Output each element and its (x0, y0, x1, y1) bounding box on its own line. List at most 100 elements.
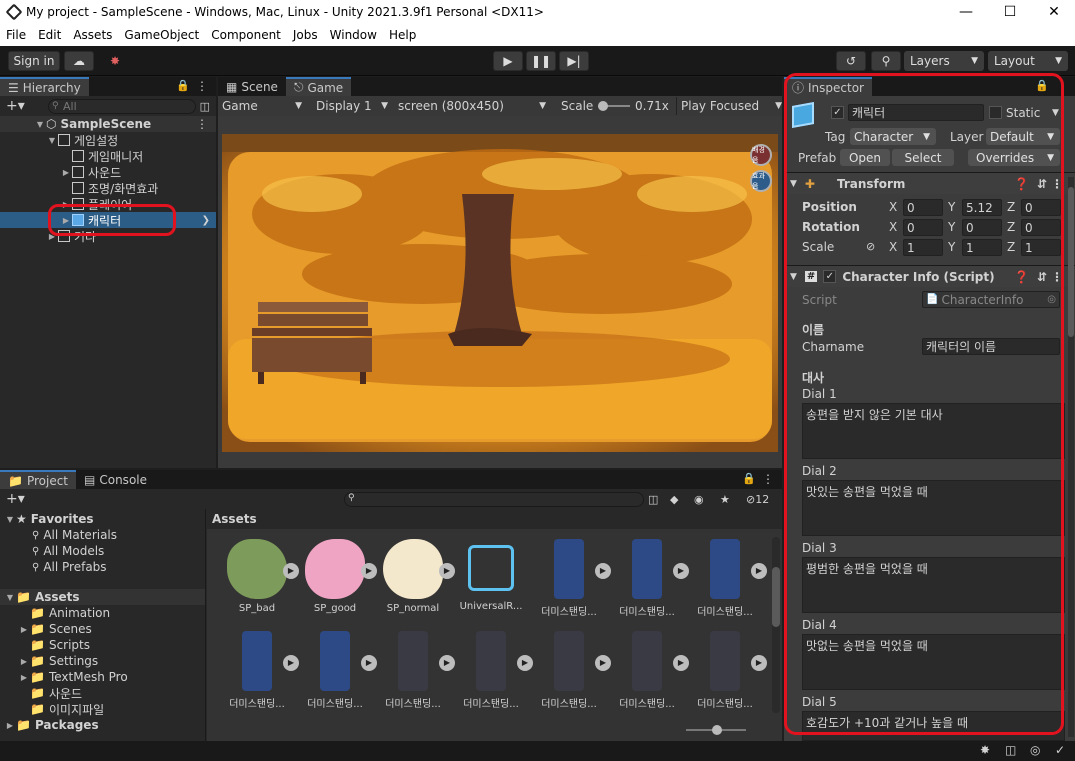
asset-universal-rp[interactable]: UniversalR... (455, 539, 527, 629)
favorite-all-materials[interactable]: ⚲ All Materials (0, 527, 205, 543)
resolution-dropdown[interactable]: screen (800x450) ▼ (396, 97, 552, 115)
menu-gameobject[interactable]: GameObject (118, 28, 205, 42)
scrollbar-thumb[interactable] (1068, 187, 1074, 337)
slider-thumb[interactable] (712, 725, 722, 735)
play-icon[interactable]: ▶ (673, 655, 689, 671)
scrollbar-thumb[interactable] (772, 567, 780, 627)
asset-dummy-standing-1[interactable]: ▶ 더미스탠딩... (533, 539, 611, 629)
play-icon[interactable]: ▶ (517, 655, 533, 671)
cloud-button[interactable]: ☁ (64, 51, 94, 71)
expand-icon[interactable]: ▼ (4, 515, 16, 524)
maximize-button[interactable]: ☐ (987, 0, 1033, 24)
asset-dummy-standing-4[interactable]: ▶ 더미스탠딩... (221, 631, 299, 721)
tree-item-samplescene[interactable]: ▼ ⬡ SampleScene ⋮ (0, 116, 216, 132)
play-icon[interactable]: ▶ (595, 655, 611, 671)
sfx-toggle-button[interactable]: 효과음 (750, 170, 772, 192)
menu-assets[interactable]: Assets (67, 28, 118, 42)
scale-slider-thumb[interactable] (598, 101, 608, 111)
play-icon[interactable]: ▶ (673, 563, 689, 579)
play-icon[interactable]: ▶ (361, 655, 377, 671)
menu-edit[interactable]: Edit (32, 28, 67, 42)
tab-console[interactable]: ▤ Console (76, 470, 155, 489)
favorite-all-models[interactable]: ⚲ All Models (0, 543, 205, 559)
tab-game[interactable]: ⎋ Game (285, 77, 352, 96)
tab-scene[interactable]: ▦ Scene (218, 77, 286, 96)
asset-sp-good[interactable]: ▶ SP_good (299, 539, 377, 629)
filter-icon[interactable]: ◫ (648, 493, 658, 506)
bgm-toggle-button[interactable]: 배경음 (750, 144, 772, 166)
expand-icon[interactable]: ▼ (34, 120, 46, 129)
breadcrumb-assets[interactable]: Assets (212, 512, 257, 526)
add-button[interactable]: +▾ (6, 491, 25, 507)
asset-scrollbar[interactable] (772, 537, 780, 713)
folder-scenes[interactable]: ▶ 📁 Scenes (0, 621, 205, 637)
favorite-all-prefabs[interactable]: ⚲ All Prefabs (0, 559, 205, 575)
asset-dummy-standing-6[interactable]: ▶ 더미스탠딩... (377, 631, 455, 721)
play-icon[interactable]: ▶ (283, 563, 299, 579)
layers-dropdown[interactable]: Layers ▼ (904, 51, 984, 71)
folder-scripts[interactable]: 📁 Scripts (0, 637, 205, 653)
menu-component[interactable]: Component (205, 28, 287, 42)
filter-icon[interactable]: ◫ (200, 100, 210, 113)
asset-dummy-standing-5[interactable]: ▶ 더미스탠딩... (299, 631, 377, 721)
play-mode-dropdown[interactable]: Play Focused ▼ (676, 97, 782, 115)
tree-item-game-manager[interactable]: 게임매니저 (0, 148, 216, 164)
step-button[interactable]: ▶| (559, 51, 589, 71)
folder-textmesh-pro[interactable]: ▶ 📁 TextMesh Pro (0, 669, 205, 685)
progress-icon[interactable]: ◎ (1030, 743, 1040, 757)
add-button[interactable]: +▾ (6, 98, 25, 114)
display-dropdown[interactable]: Display 1 ▼ (314, 97, 394, 115)
more-icon[interactable]: ⋮ (196, 117, 208, 131)
thumbnail-size-slider[interactable] (686, 725, 746, 735)
play-button[interactable]: ▶ (493, 51, 523, 71)
play-icon[interactable]: ▶ (283, 655, 299, 671)
collab-button[interactable]: ✸ (100, 51, 130, 71)
hierarchy-search-input[interactable]: ⚲ All (48, 98, 196, 114)
packages-root[interactable]: ▶ 📁 Packages (0, 717, 205, 733)
minimize-button[interactable]: — (943, 0, 989, 24)
menu-file[interactable]: File (0, 28, 32, 42)
tab-hierarchy[interactable]: ☰ Hierarchy (0, 77, 89, 96)
game-canvas[interactable]: 배경음 효과음 (222, 134, 778, 452)
menu-jobs[interactable]: Jobs (287, 28, 324, 42)
check-icon[interactable]: ✓ (1055, 743, 1065, 757)
hidden-packages-icon[interactable]: ⊘12 (746, 493, 769, 506)
menu-window[interactable]: Window (324, 28, 383, 42)
asset-dummy-standing-8[interactable]: ▶ 더미스탠딩... (533, 631, 611, 721)
asset-dummy-standing-7[interactable]: ▶ 더미스탠딩... (455, 631, 533, 721)
star-icon[interactable]: ★ (720, 493, 730, 506)
more-icon[interactable]: ⋮ (196, 79, 208, 93)
expand-icon[interactable]: ▼ (4, 593, 16, 602)
expand-icon[interactable]: ▶ (18, 625, 30, 634)
tab-project[interactable]: 📁 Project (0, 470, 77, 489)
menu-help[interactable]: Help (383, 28, 422, 42)
expand-icon[interactable]: ▶ (60, 168, 72, 177)
play-icon[interactable]: ▶ (361, 563, 377, 579)
chevron-right-icon[interactable]: ❯ (202, 215, 210, 226)
label-filter-icon[interactable]: ◉ (694, 493, 704, 506)
layout-dropdown[interactable]: Layout ▼ (988, 51, 1068, 71)
tree-item-lighting[interactable]: 조명/화면효과 (0, 180, 216, 196)
folder-sound[interactable]: 📁 사운드 (0, 685, 205, 701)
folder-images[interactable]: 📁 이미지파일 (0, 701, 205, 717)
type-filter-icon[interactable]: ◆ (670, 493, 678, 506)
scale-slider[interactable] (598, 101, 630, 111)
lock-icon[interactable]: 🔒 (176, 79, 190, 92)
pause-button[interactable]: ❚❚ (526, 51, 556, 71)
play-icon[interactable]: ▶ (595, 563, 611, 579)
expand-icon[interactable]: ▶ (18, 657, 30, 666)
expand-icon[interactable]: ▼ (46, 136, 58, 145)
close-button[interactable]: ✕ (1031, 0, 1075, 24)
more-icon[interactable]: ⋮ (762, 472, 774, 486)
asset-dummy-standing-2[interactable]: ▶ 더미스탠딩... (611, 539, 689, 629)
history-button[interactable]: ↺ (836, 51, 866, 71)
search-button[interactable]: ⚲ (871, 51, 901, 71)
tree-item-game-settings[interactable]: ▼ 게임설정 (0, 132, 216, 148)
play-icon[interactable]: ▶ (751, 655, 767, 671)
sign-in-button[interactable]: Sign in (8, 51, 60, 71)
play-icon[interactable]: ▶ (439, 655, 455, 671)
play-icon[interactable]: ▶ (751, 563, 767, 579)
assets-root[interactable]: ▼ 📁 Assets (0, 589, 205, 605)
expand-icon[interactable]: ▶ (18, 673, 30, 682)
project-search-input[interactable]: ⚲ (344, 491, 644, 507)
